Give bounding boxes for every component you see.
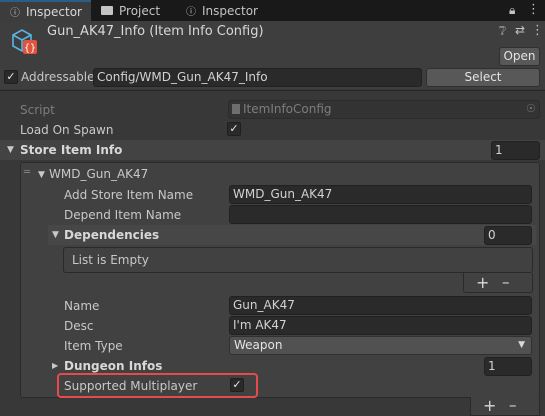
more-options-icon[interactable]: ⋮ bbox=[531, 23, 544, 38]
dungeon-infos-size-field[interactable]: 1 bbox=[484, 357, 532, 376]
scriptable-object-icon: {} bbox=[12, 29, 37, 54]
desc-field[interactable]: I'm AK47 bbox=[229, 316, 532, 335]
divider bbox=[0, 90, 545, 91]
foldout-arrow-right-icon[interactable]: ▶ bbox=[52, 361, 58, 370]
inspector-header: {} Gun_AK47_Info (Item Info Config) ❔︎ ⇄… bbox=[0, 21, 545, 67]
desc-label: Desc bbox=[64, 319, 94, 333]
element-title: WMD_Gun_AK47 bbox=[49, 167, 149, 181]
store-item-info-size-field[interactable]: 1 bbox=[491, 141, 540, 160]
dependencies-size-field[interactable]: 0 bbox=[484, 226, 532, 245]
supported-multiplayer-label: Supported Multiplayer bbox=[64, 379, 198, 393]
foldout-arrow-icon[interactable]: ▼ bbox=[7, 145, 14, 155]
add-element-icon[interactable]: + bbox=[483, 396, 496, 415]
addressable-checkbox[interactable]: ✓ bbox=[4, 70, 18, 84]
addressable-path-field[interactable]: Config/WMD_Gun_AK47_Info bbox=[93, 68, 422, 87]
svg-text:{}: {} bbox=[24, 43, 36, 54]
tab-project[interactable]: Project bbox=[101, 0, 181, 21]
script-label: Script bbox=[20, 103, 55, 117]
info-icon: ⓘ bbox=[186, 7, 196, 18]
select-button[interactable]: Select bbox=[426, 68, 540, 87]
foldout-arrow-icon[interactable]: ▼ bbox=[38, 170, 45, 180]
chevron-down-icon: ▼ bbox=[518, 340, 525, 350]
tab-label: Project bbox=[119, 3, 161, 18]
preset-icon[interactable]: ⇄ bbox=[515, 23, 525, 37]
depend-item-name-label: Depend Item Name bbox=[64, 208, 182, 222]
foldout-arrow-icon[interactable]: ▼ bbox=[52, 230, 59, 240]
depend-item-name-field[interactable] bbox=[229, 205, 532, 224]
list-footer bbox=[470, 397, 540, 416]
addressable-label: Addressable bbox=[21, 70, 95, 84]
list-footer bbox=[463, 273, 533, 293]
dungeon-infos-label[interactable]: Dungeon Infos bbox=[64, 359, 162, 373]
add-element-icon[interactable]: + bbox=[476, 273, 489, 292]
open-button[interactable]: Open bbox=[499, 47, 540, 66]
item-type-value: Weapon bbox=[234, 338, 283, 352]
add-store-item-name-field[interactable]: WMD_Gun_AK47 bbox=[229, 185, 532, 204]
tab-label: Inspector bbox=[202, 3, 258, 18]
remove-element-icon[interactable]: – bbox=[502, 273, 510, 291]
tab-label: Inspector bbox=[26, 4, 82, 19]
script-value: ItemInfoConfig bbox=[243, 102, 332, 116]
help-icon[interactable]: ❔︎ bbox=[499, 24, 506, 39]
load-on-spawn-label: Load On Spawn bbox=[20, 123, 114, 137]
load-on-spawn-checkbox[interactable]: ✓ bbox=[227, 122, 241, 136]
dependencies-label: Dependencies bbox=[64, 228, 160, 242]
item-type-label: Item Type bbox=[64, 339, 123, 353]
supported-multiplayer-checkbox[interactable]: ✓ bbox=[230, 378, 244, 392]
info-icon: ⓘ bbox=[10, 8, 20, 19]
folder-icon bbox=[101, 6, 113, 15]
object-title: Gun_AK47_Info (Item Info Config) bbox=[47, 24, 264, 39]
name-field[interactable]: Gun_AK47 bbox=[229, 296, 532, 315]
store-item-info-label: Store Item Info bbox=[20, 143, 123, 157]
item-type-dropdown[interactable]: Weapon ▼ bbox=[229, 336, 532, 355]
list-empty-text: List is Empty bbox=[72, 253, 149, 267]
name-label: Name bbox=[64, 299, 100, 313]
add-store-item-name-label: Add Store Item Name bbox=[64, 188, 194, 202]
remove-element-icon[interactable]: – bbox=[509, 396, 517, 414]
script-field: ItemInfoConfig bbox=[228, 100, 540, 119]
tab-inspector[interactable]: ⓘ Inspector bbox=[0, 0, 91, 21]
drag-handle-icon[interactable]: ═ bbox=[24, 167, 30, 178]
object-picker-icon[interactable]: ☉ bbox=[526, 102, 536, 115]
tab-bar: ⓘ Inspector Project ⓘ Inspector 🔒︎ ⋮ bbox=[0, 0, 545, 21]
script-file-icon bbox=[232, 104, 240, 114]
tab-inspector-2[interactable]: ⓘ Inspector bbox=[186, 0, 276, 21]
more-options-icon[interactable]: ⋮ bbox=[527, 2, 540, 17]
lock-icon[interactable]: 🔒︎ bbox=[509, 3, 515, 18]
